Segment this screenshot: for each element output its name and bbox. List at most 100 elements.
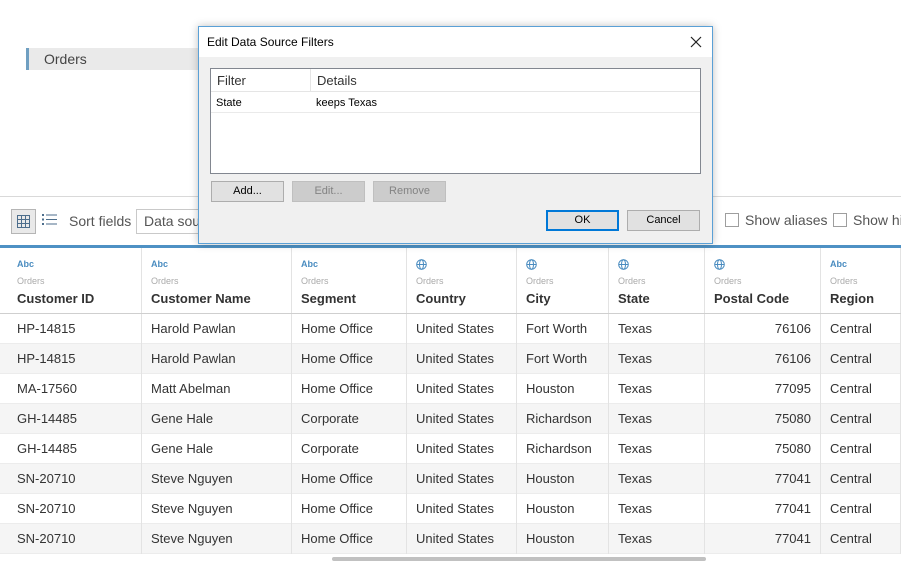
table-cell: 77041 (705, 464, 821, 494)
orders-table-tab[interactable]: Orders (26, 48, 226, 70)
column-header[interactable]: Orders Country (407, 248, 517, 314)
table-row: HP-14815 Harold Pawlan Home Office United S… (0, 344, 901, 374)
string-type-icon[interactable]: Abc (830, 259, 847, 269)
filter-details: keeps Texas (316, 97, 377, 109)
table-cell: Home Office (292, 314, 407, 344)
column-source: Orders (618, 276, 646, 286)
string-type-icon[interactable]: Abc (151, 259, 168, 269)
show-hidden-checkbox[interactable] (833, 213, 847, 227)
edit-data-source-filters-dialog: Edit Data Source Filters Filter Details … (198, 26, 713, 244)
column-header[interactable]: Orders State (609, 248, 705, 314)
filter-list: Filter Details State keeps Texas (210, 68, 701, 174)
filter-list-header: Filter Details (211, 69, 700, 92)
grid-view-button[interactable] (11, 209, 36, 234)
list-view-button[interactable] (42, 213, 57, 231)
table-cell: Steve Nguyen (142, 524, 292, 554)
table-cell: 76106 (705, 314, 821, 344)
table-cell: Texas (609, 524, 705, 554)
column-source: Orders (416, 276, 444, 286)
table-cell: Central (821, 404, 901, 434)
globe-icon[interactable] (526, 259, 537, 272)
table-cell: Richardson (517, 404, 609, 434)
table-cell: Texas (609, 464, 705, 494)
string-type-icon[interactable]: Abc (301, 259, 318, 269)
table-cell: SN-20710 (8, 464, 142, 494)
table-cell: Fort Worth (517, 344, 609, 374)
table-row: SN-20710 Steve Nguyen Home Office United St… (0, 464, 901, 494)
column-header[interactable]: Abc Orders Segment (292, 248, 407, 314)
globe-icon[interactable] (618, 259, 629, 272)
table-cell: Gene Hale (142, 404, 292, 434)
table-cell: Central (821, 494, 901, 524)
table-cell: Texas (609, 344, 705, 374)
column-header[interactable]: Orders City (517, 248, 609, 314)
edit-button[interactable]: Edit... (292, 181, 365, 202)
horizontal-scrollbar[interactable] (332, 557, 706, 561)
table-cell: Central (821, 434, 901, 464)
filter-column-header[interactable]: Filter (217, 73, 246, 88)
dialog-title-bar[interactable]: Edit Data Source Filters (199, 27, 712, 57)
column-source: Orders (17, 276, 45, 286)
show-aliases-checkbox[interactable] (725, 213, 739, 227)
table-row: SN-20710 Steve Nguyen Home Office United St… (0, 494, 901, 524)
sort-fields-label: Sort fields (69, 213, 132, 229)
orders-table-label: Orders (44, 51, 87, 67)
table-cell: Houston (517, 464, 609, 494)
table-cell: Home Office (292, 344, 407, 374)
column-header[interactable]: Abc Orders Region (821, 248, 901, 314)
globe-icon[interactable] (416, 259, 427, 272)
table-cell: Gene Hale (142, 434, 292, 464)
column-name: State (618, 291, 650, 306)
sort-fields-select[interactable]: Data sou (136, 209, 206, 234)
table-cell: 75080 (705, 404, 821, 434)
column-header[interactable]: Abc Orders Customer Name (142, 248, 292, 314)
list-icon (42, 214, 57, 225)
tableau-data-source-page: Orders Sort fields Data sou Show aliases (0, 0, 901, 566)
filter-field: State (216, 97, 242, 109)
column-name: Customer Name (151, 291, 251, 306)
column-header[interactable]: Abc Orders Customer ID (8, 248, 142, 314)
table-cell: Houston (517, 524, 609, 554)
show-aliases-label: Show aliases (745, 212, 828, 228)
table-cell: 75080 (705, 434, 821, 464)
column-name: Customer ID (17, 291, 95, 306)
table-cell: Texas (609, 434, 705, 464)
column-separator (310, 69, 311, 92)
column-name: Segment (301, 291, 356, 306)
table-cell: Central (821, 314, 901, 344)
table-row: SN-20710 Steve Nguyen Home Office United St… (0, 524, 901, 554)
dialog-title: Edit Data Source Filters (207, 35, 334, 49)
column-header[interactable]: Orders Postal Code (705, 248, 821, 314)
table-cell: Corporate (292, 404, 407, 434)
table-cell: GH-14485 (8, 404, 142, 434)
ok-button[interactable]: OK (546, 210, 619, 231)
table-cell: Corporate (292, 434, 407, 464)
table-cell: United States (407, 434, 517, 464)
details-column-header[interactable]: Details (317, 73, 357, 88)
close-button[interactable] (687, 33, 705, 51)
remove-button[interactable]: Remove (373, 181, 446, 202)
table-cell: Home Office (292, 524, 407, 554)
table-cell: Home Office (292, 374, 407, 404)
column-source: Orders (151, 276, 179, 286)
table-cell: Houston (517, 374, 609, 404)
table-cell: Texas (609, 494, 705, 524)
cancel-button[interactable]: Cancel (627, 210, 700, 231)
table-cell: Texas (609, 404, 705, 434)
table-cell: Central (821, 524, 901, 554)
globe-icon[interactable] (714, 259, 725, 272)
table-cell: Fort Worth (517, 314, 609, 344)
table-row: MA-17560 Matt Abelman Home Office United St… (0, 374, 901, 404)
table-cell: MA-17560 (8, 374, 142, 404)
column-source: Orders (830, 276, 858, 286)
table-cell: Harold Pawlan (142, 314, 292, 344)
grid-icon (17, 215, 30, 228)
table-cell: Houston (517, 494, 609, 524)
string-type-icon[interactable]: Abc (17, 259, 34, 269)
filter-row[interactable]: State keeps Texas (211, 93, 700, 113)
column-source: Orders (526, 276, 554, 286)
table-cell: SN-20710 (8, 494, 142, 524)
table-cell: 77041 (705, 524, 821, 554)
add-button[interactable]: Add... (211, 181, 284, 202)
close-icon (690, 36, 702, 48)
